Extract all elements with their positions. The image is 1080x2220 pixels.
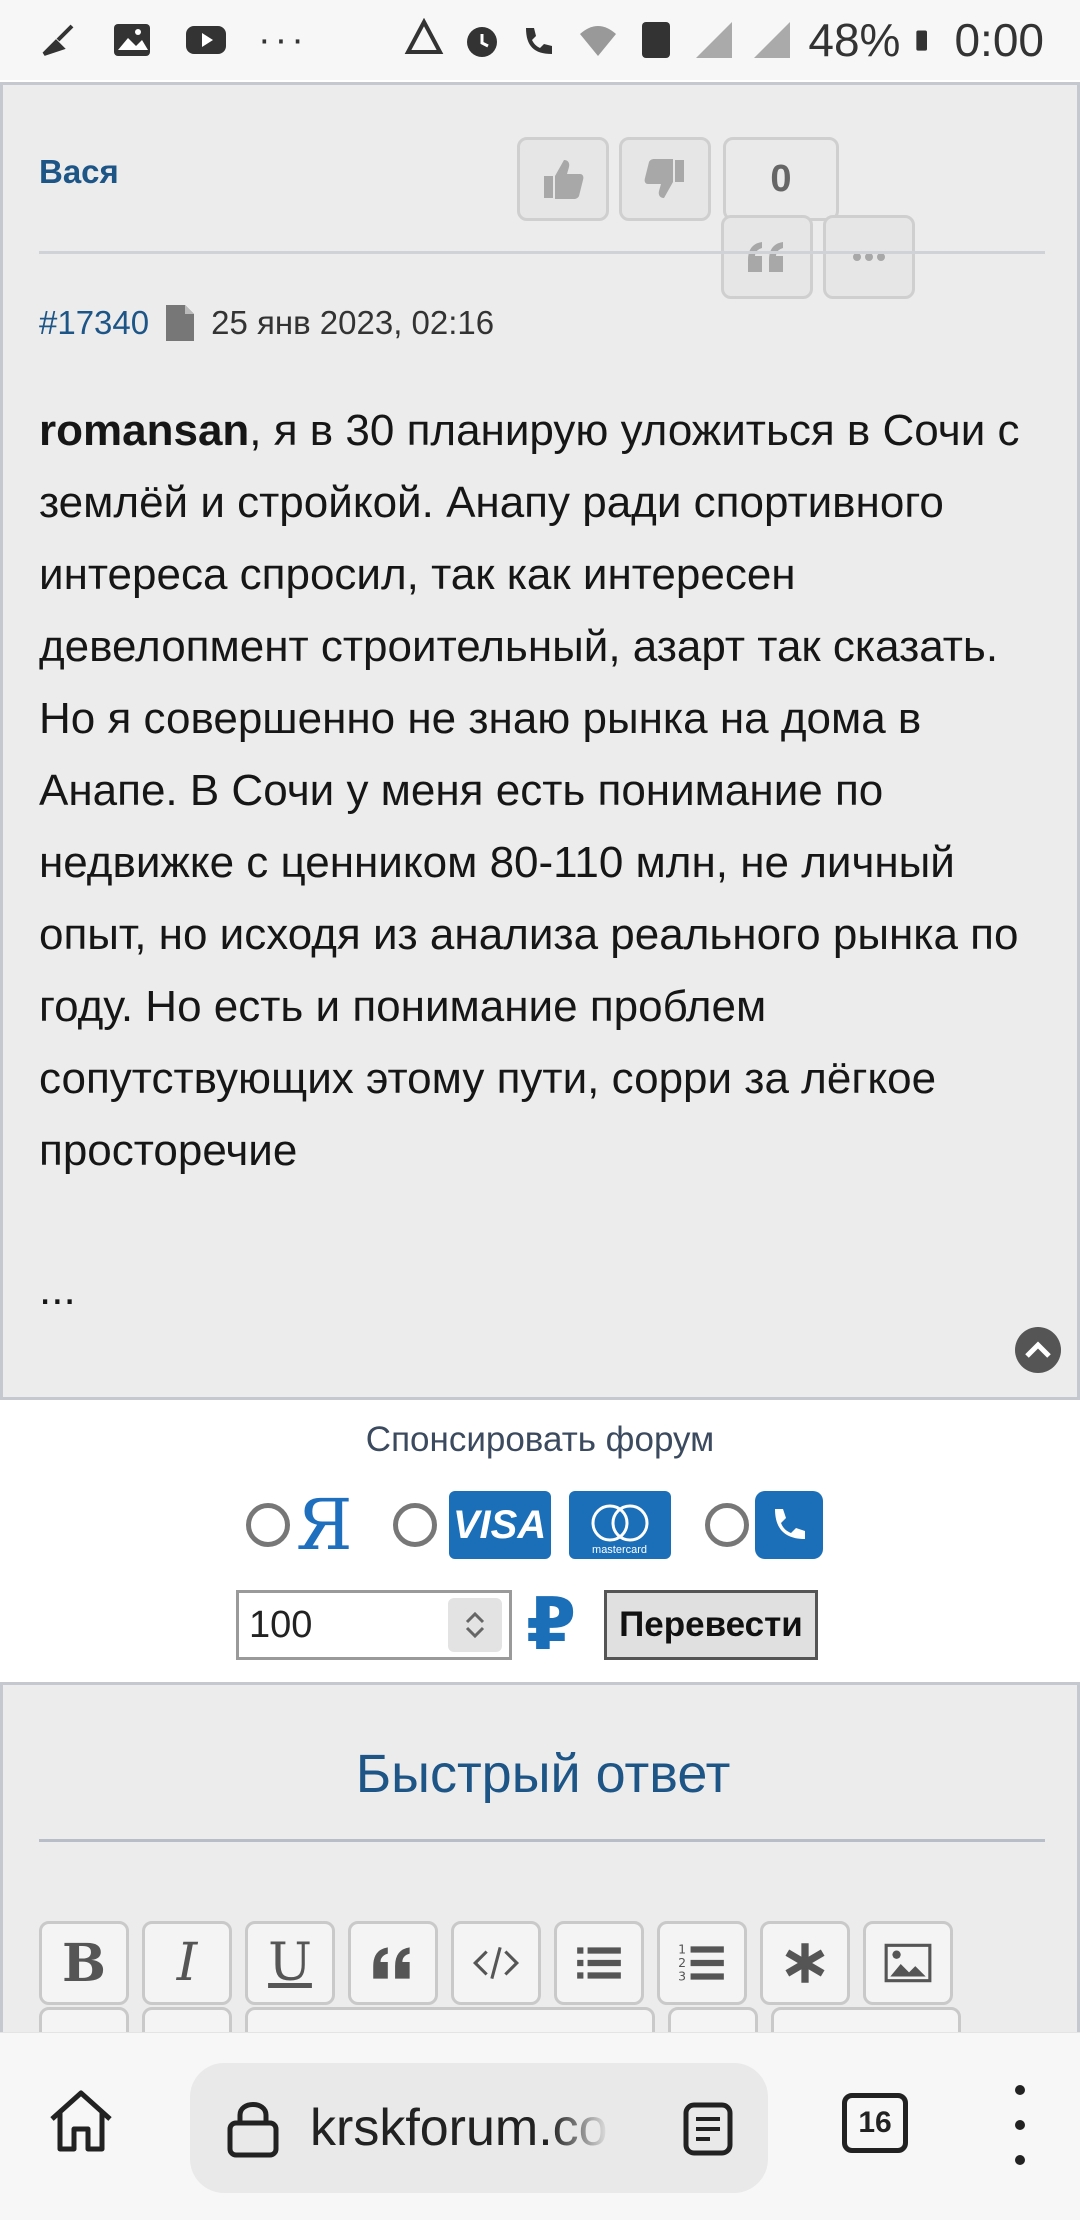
scroll-to-top-button[interactable] <box>1015 1327 1061 1373</box>
post-text: , я в 30 планирую уложиться в Сочи с зем… <box>39 406 1020 1175</box>
list-icon <box>577 1947 621 1979</box>
url-text: krskforum.com <box>310 2099 610 2157</box>
image-icon <box>884 1943 932 1983</box>
asterisk-button[interactable] <box>760 1921 850 2005</box>
wifi-call-icon <box>526 28 553 54</box>
mastercard-logo[interactable]: mastercard <box>568 1491 671 1559</box>
post-date: 25 янв 2023, 02:16 <box>211 304 495 341</box>
document-icon <box>166 305 195 341</box>
signal-icon-1 <box>696 22 733 58</box>
browser-menu-button[interactable] <box>1000 2085 1040 2165</box>
underline-button[interactable]: U <box>245 1921 335 2005</box>
code-button[interactable] <box>451 1921 541 2005</box>
quick-reply-panel: Быстрый ответ B I U 123 <box>0 1682 1080 2082</box>
thumbs-up-icon <box>544 160 584 199</box>
mastercard-circles-icon <box>591 1504 649 1542</box>
post-meta: #17340 25 янв 2023, 02:16 <box>39 303 494 343</box>
sponsor-title: Спонсировать форум <box>365 1420 715 1459</box>
forum-post: Вася 0 #17340 25 янв 2023, 02:16 romansa… <box>0 82 1080 1400</box>
post-number-link[interactable]: #17340 <box>39 304 149 342</box>
svg-text:3: 3 <box>678 1969 686 1984</box>
mention-username[interactable]: romansan <box>39 406 249 455</box>
address-bar[interactable]: krskforum.com <box>190 2063 768 2193</box>
radio-yandex[interactable] <box>246 1503 290 1547</box>
post-divider <box>39 251 1045 254</box>
image-button[interactable] <box>863 1921 953 2005</box>
quote-icon <box>373 1947 410 1979</box>
numbered-list-button[interactable]: 123 <box>657 1921 747 2005</box>
clock: 0:00 <box>954 14 1044 66</box>
quote-button[interactable] <box>721 215 813 299</box>
quote-format-button[interactable] <box>348 1921 438 2005</box>
menu-dot <box>1015 2085 1025 2095</box>
phone-icon <box>774 1509 805 1539</box>
chevron-up-icon <box>465 1611 485 1624</box>
phone-payment[interactable] <box>754 1491 823 1559</box>
ruble-symbol: ₽ <box>526 1585 577 1665</box>
more-options-button[interactable] <box>823 215 915 299</box>
transfer-button[interactable]: Перевести <box>604 1590 818 1660</box>
post-body: romansan, я в 30 планирую уложиться в Со… <box>39 395 1049 1187</box>
yandex-logo[interactable]: Я <box>296 1490 353 1560</box>
chevron-up-icon <box>1025 1341 1051 1358</box>
broom-icon <box>42 24 74 56</box>
browser-bottom-bar: krskforum.com 16 <box>0 2032 1080 2220</box>
code-icon <box>472 1946 520 1980</box>
reader-mode-icon[interactable] <box>680 2101 736 2157</box>
mastercard-label: mastercard <box>592 1544 648 1556</box>
battery-percent: 48% <box>808 14 901 66</box>
payment-methods: Я VISA mastercard <box>246 1490 823 1560</box>
underline-icon: U <box>268 1933 312 1993</box>
radio-phone[interactable] <box>704 1503 749 1547</box>
post-ellipsis: ... <box>39 1265 76 1314</box>
italic-button[interactable]: I <box>142 1921 232 2005</box>
amount-row: ₽ Перевести <box>236 1585 818 1665</box>
home-icon[interactable] <box>44 2085 118 2159</box>
tabs-button[interactable]: 16 <box>842 2093 908 2153</box>
ellipsis-icon <box>853 253 885 261</box>
asterisk-icon <box>785 1943 825 1983</box>
amount-field-wrapper <box>236 1590 512 1660</box>
vote-count: 0 <box>723 137 839 221</box>
quick-reply-title: Быстрый ответ <box>355 1744 731 1804</box>
numbered-list-icon: 123 <box>678 1942 724 1984</box>
amount-stepper[interactable] <box>448 1598 502 1652</box>
bold-button[interactable]: B <box>39 1921 129 2005</box>
youtube-icon <box>186 26 226 54</box>
bullet-list-button[interactable] <box>554 1921 644 2005</box>
quote-icon <box>748 242 783 272</box>
bold-icon: B <box>62 1932 106 1994</box>
gallery-icon <box>114 24 150 56</box>
status-bar: ··· 48% 0:00 <box>0 0 1080 80</box>
thumbs-down-icon <box>644 159 684 198</box>
dislike-button[interactable] <box>619 137 711 221</box>
sim-icon <box>642 22 671 58</box>
signal-icon-2 <box>754 22 791 58</box>
battery-icon <box>916 30 928 51</box>
menu-dot <box>1015 2120 1025 2130</box>
quick-reply-divider <box>39 1839 1045 1842</box>
recycle-icon <box>405 18 444 54</box>
radio-card[interactable] <box>392 1503 437 1547</box>
like-button[interactable] <box>517 137 609 221</box>
wifi-icon <box>580 26 617 56</box>
chevron-down-icon <box>465 1626 485 1639</box>
post-author[interactable]: Вася <box>39 153 119 191</box>
notification-overflow: ··· <box>258 18 308 61</box>
visa-logo[interactable]: VISA <box>448 1491 551 1559</box>
editor-toolbar: B I U 123 <box>39 1921 953 2005</box>
alarm-icon <box>467 27 498 57</box>
italic-icon: I <box>176 1933 198 1993</box>
lock-icon <box>227 2102 279 2158</box>
menu-dot <box>1015 2155 1025 2165</box>
